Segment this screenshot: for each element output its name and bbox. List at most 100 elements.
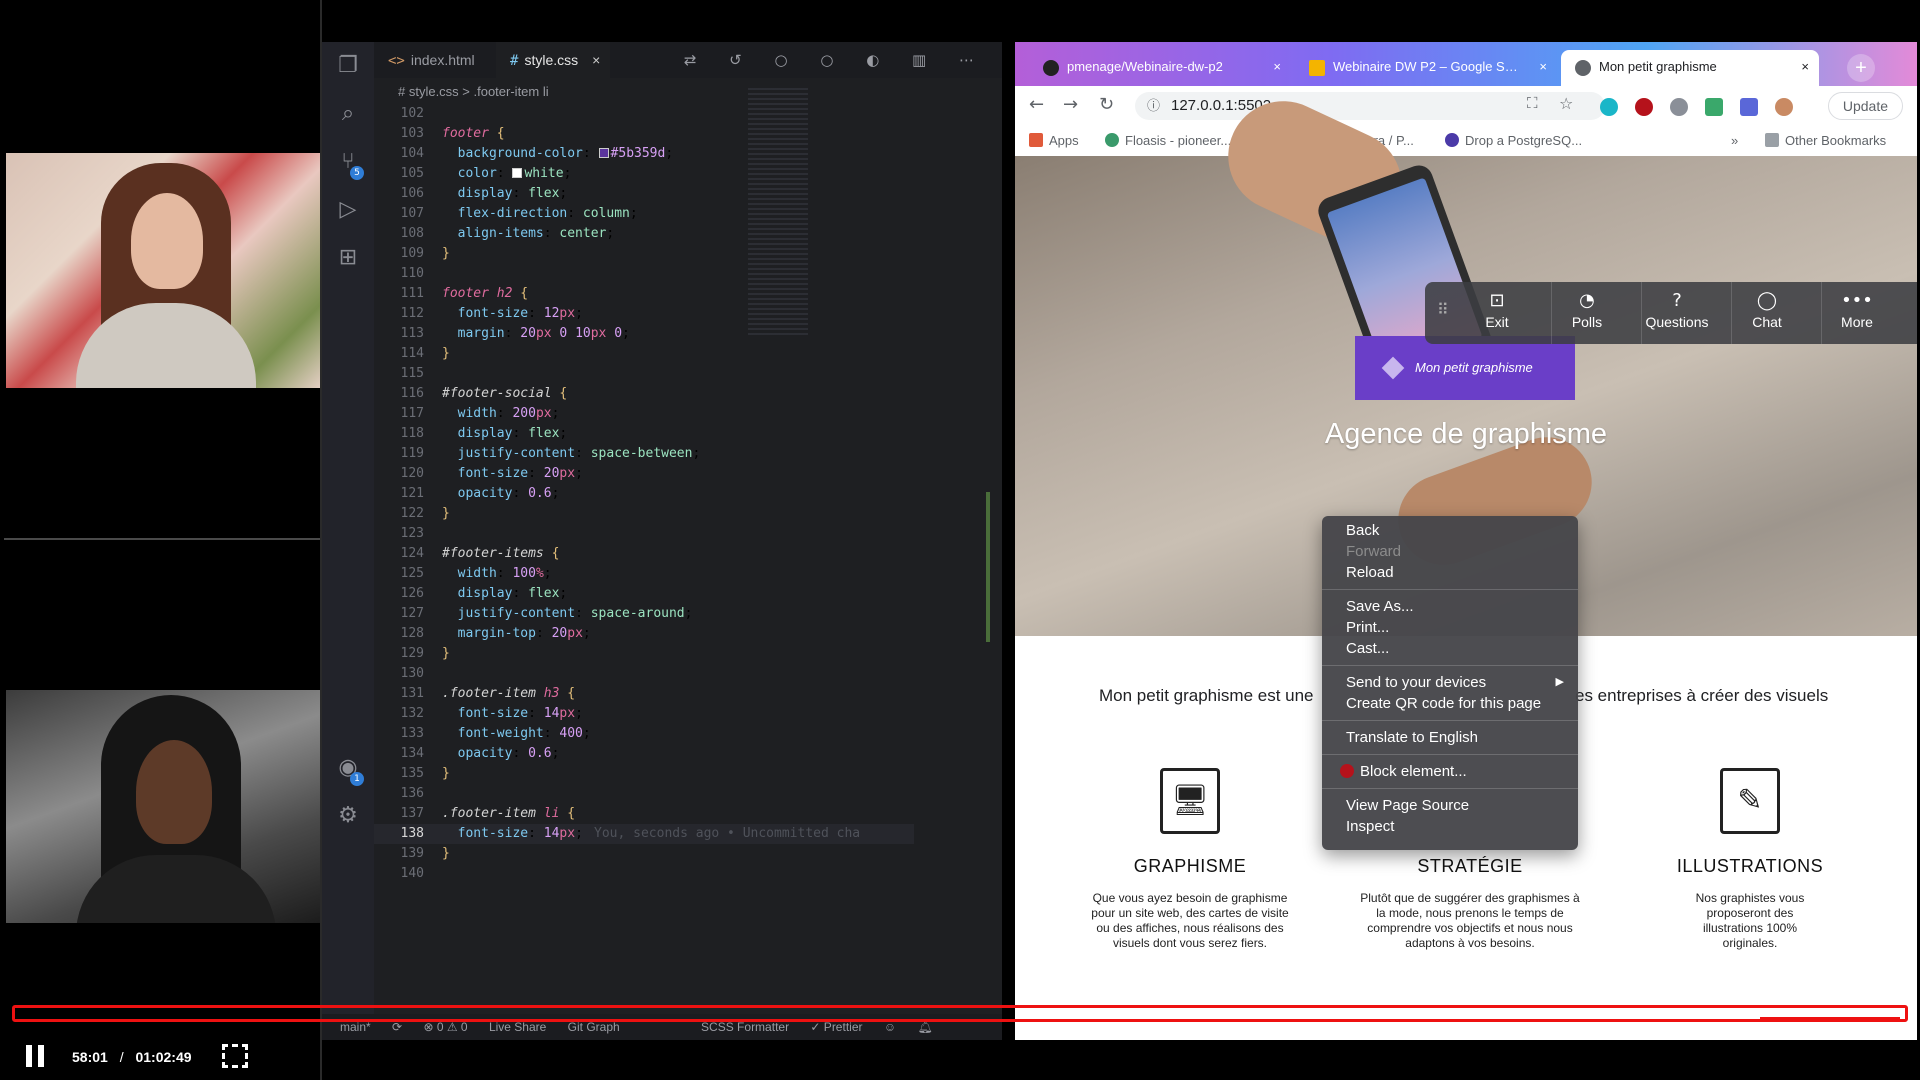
prettier-button[interactable]: ✓ Prettier <box>810 1020 862 1034</box>
code-line[interactable]: 138 font-size: 14px; You, seconds ago • U… <box>374 824 914 844</box>
code-line[interactable]: 119 justify-content: space-between; <box>374 444 914 464</box>
code-line[interactable]: 106 display: flex; <box>374 184 914 204</box>
code-line[interactable]: 103 footer { <box>374 124 914 144</box>
menu-item-translate[interactable]: Translate to English <box>1322 727 1578 748</box>
close-tab-icon[interactable]: × <box>592 52 600 68</box>
code-editor[interactable]: 102 103 footer {104 background-color: #5b3… <box>374 104 914 984</box>
forward-arrow-icon[interactable]: → <box>1063 94 1078 115</box>
editor-scrollbar[interactable] <box>986 492 990 642</box>
code-line[interactable]: 139} <box>374 844 914 864</box>
bookmark-other[interactable]: Other Bookmarks <box>1765 126 1886 156</box>
drag-handle-icon[interactable]: ⠿ <box>1437 300 1449 320</box>
code-line[interactable]: 135} <box>374 764 914 784</box>
code-line[interactable]: 118 display: flex; <box>374 424 914 444</box>
extension-icon[interactable] <box>1705 98 1723 116</box>
menu-item-back[interactable]: Back <box>1322 520 1578 541</box>
run-debug-icon[interactable]: ▷ <box>334 196 362 224</box>
questions-button[interactable]: ? Questions <box>1642 290 1712 330</box>
code-line[interactable]: 137 .footer-item li { <box>374 804 914 824</box>
extensions-puzzle-icon[interactable] <box>1740 98 1758 116</box>
menu-item-send-to-devices[interactable]: Send to your devices ▶ <box>1322 672 1578 693</box>
git-branch[interactable]: main* <box>340 1020 371 1034</box>
video-progress-bar[interactable] <box>12 1005 1908 1022</box>
code-line[interactable]: 112 font-size: 12px; <box>374 304 914 324</box>
code-line[interactable]: 102 <box>374 104 914 124</box>
bookmark-star-icon[interactable]: ☆ <box>1559 94 1573 113</box>
ublock-icon[interactable] <box>1635 98 1653 116</box>
code-line[interactable]: 136 <box>374 784 914 804</box>
bookmarks-overflow[interactable]: » <box>1731 126 1738 156</box>
extensions-icon[interactable]: ⊞ <box>334 244 362 272</box>
explorer-icon[interactable]: ❐ <box>334 52 362 80</box>
menu-item-print[interactable]: Print... <box>1322 617 1578 638</box>
code-line[interactable]: 104 background-color: #5b359d; <box>374 144 914 164</box>
code-line[interactable]: 132 font-size: 14px; <box>374 704 914 724</box>
code-line[interactable]: 110 <box>374 264 914 284</box>
code-line[interactable]: 107 flex-direction: column; <box>374 204 914 224</box>
update-button[interactable]: Update <box>1827 92 1903 120</box>
new-tab-button[interactable]: + <box>1847 54 1875 82</box>
polls-button[interactable]: ◔ Polls <box>1552 290 1622 330</box>
brand-logo[interactable]: Mon petit graphisme <box>1355 336 1575 400</box>
code-line[interactable]: 109} <box>374 244 914 264</box>
code-line[interactable]: 114} <box>374 344 914 364</box>
code-line[interactable]: 115 <box>374 364 914 384</box>
browser-tab-google-slides[interactable]: Webinaire DW P2 – Google S… × <box>1295 50 1557 86</box>
menu-item-save-as[interactable]: Save As... <box>1322 596 1578 617</box>
more-button[interactable]: ••• More <box>1822 290 1892 330</box>
code-line[interactable]: 116 #footer-social { <box>374 384 914 404</box>
menu-item-inspect[interactable]: Inspect <box>1322 816 1578 837</box>
profile-avatar[interactable] <box>1775 98 1793 116</box>
code-line[interactable]: 117 width: 200px; <box>374 404 914 424</box>
reload-icon[interactable]: ↻ <box>1099 94 1114 115</box>
code-line[interactable]: 131 .footer-item h3 { <box>374 684 914 704</box>
code-line[interactable]: 108 align-items: center; <box>374 224 914 244</box>
close-tab-icon[interactable]: × <box>1539 50 1547 84</box>
sync-icon[interactable]: ⟳ <box>392 1020 402 1034</box>
tab-style-css[interactable]: # style.css × <box>496 42 610 78</box>
menu-item-view-source[interactable]: View Page Source <box>1322 795 1578 816</box>
breadcrumb[interactable]: # style.css > .footer-item li <box>398 84 549 99</box>
code-line[interactable]: 140 <box>374 864 914 884</box>
chat-button[interactable]: ◯ Chat <box>1732 290 1802 330</box>
problems-count[interactable]: ⊗ 0 ⚠ 0 <box>423 1020 467 1034</box>
tab-index-html[interactable]: <> index.html <box>374 42 496 78</box>
code-line[interactable]: 105 color: white; <box>374 164 914 184</box>
settings-gear-icon[interactable]: ⚙ <box>334 802 362 830</box>
minimap[interactable] <box>748 88 808 336</box>
notifications-bell-icon[interactable]: 🔔︎ <box>917 1020 932 1034</box>
close-tab-icon[interactable]: × <box>1273 50 1281 84</box>
scss-formatter-button[interactable]: SCSS Formatter <box>701 1020 789 1034</box>
code-line[interactable]: 129} <box>374 644 914 664</box>
code-line[interactable]: 124 #footer-items { <box>374 544 914 564</box>
search-icon[interactable]: ⌕ <box>334 100 362 128</box>
code-line[interactable]: 130 <box>374 664 914 684</box>
close-tab-icon[interactable]: × <box>1801 50 1809 84</box>
bookmark-postgres[interactable]: Drop a PostgreSQ... <box>1445 126 1582 156</box>
code-line[interactable]: 120 font-size: 20px; <box>374 464 914 484</box>
site-info-icon[interactable]: ⓘ <box>1147 92 1160 120</box>
color-swatch[interactable] <box>598 148 609 158</box>
editor-actions[interactable]: ⇄ ↺ ○ ○ ◐ ▥ ⋯ <box>684 42 988 78</box>
bookmark-floasis[interactable]: Floasis - pioneer... <box>1105 126 1231 156</box>
code-line[interactable]: 126 display: flex; <box>374 584 914 604</box>
code-line[interactable]: 127 justify-content: space-around; <box>374 604 914 624</box>
extension-icon[interactable] <box>1600 98 1618 116</box>
code-line[interactable]: 113 margin: 20px 0 10px 0; <box>374 324 914 344</box>
git-graph-button[interactable]: Git Graph <box>568 1020 620 1034</box>
browser-tab-github[interactable]: pmenage/Webinaire-dw-p2 × <box>1029 50 1291 86</box>
browser-tab-mon-petit-graphisme[interactable]: Mon petit graphisme × <box>1561 50 1819 86</box>
extension-icon[interactable] <box>1670 98 1688 116</box>
menu-item-reload[interactable]: Reload <box>1322 562 1578 583</box>
fullscreen-icon[interactable] <box>222 1044 248 1068</box>
menu-item-block-element[interactable]: Block element... <box>1322 761 1578 782</box>
back-arrow-icon[interactable]: ← <box>1029 94 1044 115</box>
code-line[interactable]: 123 <box>374 524 914 544</box>
exit-button[interactable]: ⊡ Exit <box>1462 290 1532 330</box>
code-line[interactable]: 125 width: 100%; <box>374 564 914 584</box>
pause-button[interactable] <box>26 1045 46 1067</box>
menu-item-cast[interactable]: Cast... <box>1322 638 1578 659</box>
live-share-button[interactable]: Live Share <box>489 1020 546 1034</box>
code-line[interactable]: 111 footer h2 { <box>374 284 914 304</box>
code-line[interactable]: 122} <box>374 504 914 524</box>
